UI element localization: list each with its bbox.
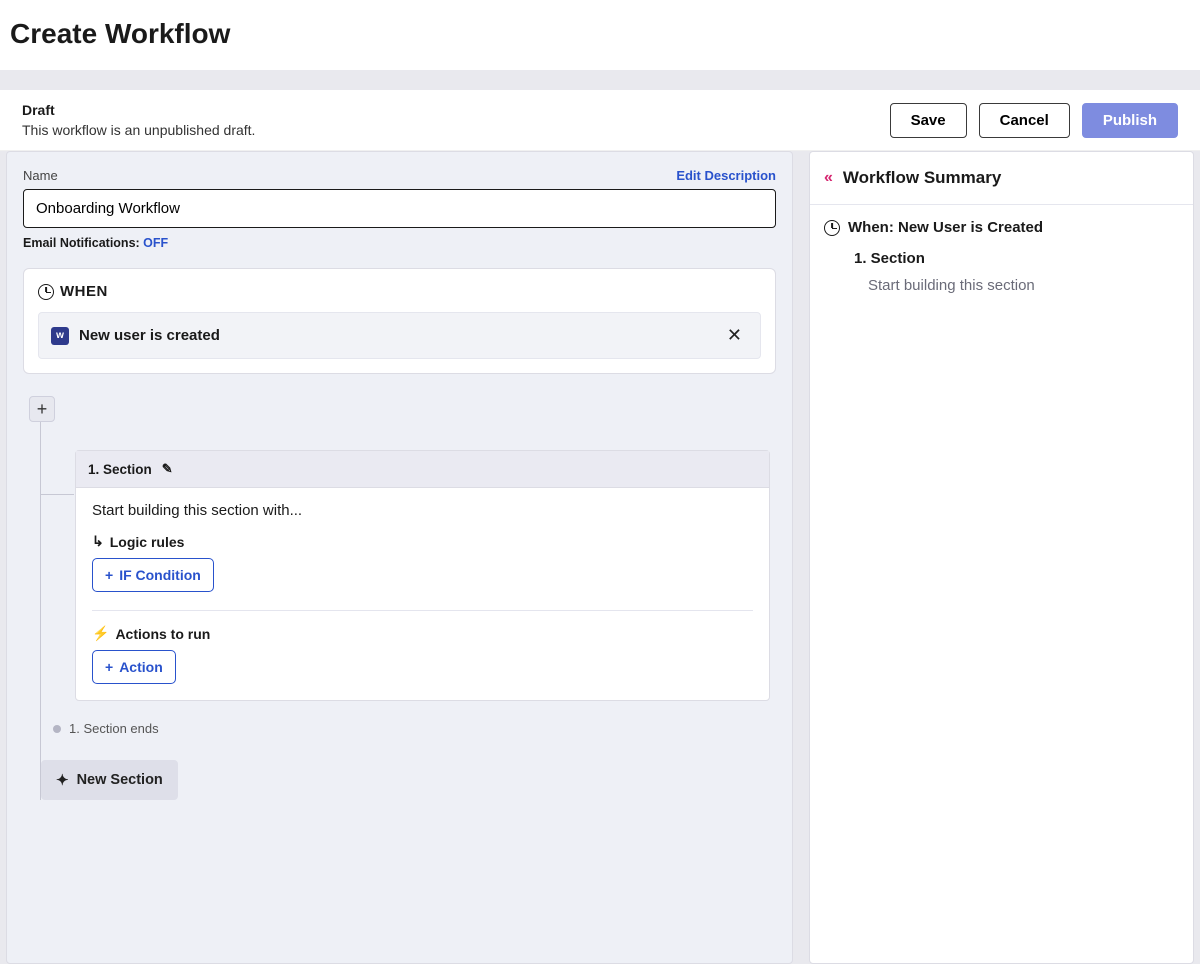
when-heading: WHEN [60, 283, 108, 300]
new-section-button[interactable]: ✦ New Section [41, 760, 178, 800]
workflow-summary-pane: « Workflow Summary When: New User is Cre… [809, 151, 1194, 964]
save-button[interactable]: Save [890, 103, 967, 138]
plus-icon: + [105, 659, 113, 675]
workflow-editor-pane: Name Edit Description Email Notification… [6, 151, 793, 964]
email-notifications-label: Email Notifications: [23, 236, 140, 250]
flow-connector-line [40, 396, 41, 800]
status-bar: Draft This workflow is an unpublished dr… [0, 90, 1200, 151]
publish-button[interactable]: Publish [1082, 103, 1178, 138]
email-notifications-row: Email Notifications: OFF [23, 236, 776, 250]
draft-status-title: Draft [22, 102, 255, 118]
section-end-marker: 1. Section ends [53, 721, 776, 736]
add-step-button[interactable]: + [29, 396, 55, 422]
logic-rules-label: Logic rules [110, 534, 185, 550]
separator [0, 70, 1200, 90]
add-action-button[interactable]: + Action [92, 650, 176, 684]
action-label: Action [119, 659, 163, 675]
page-title: Create Workflow [0, 0, 1200, 70]
add-if-condition-button[interactable]: + IF Condition [92, 558, 214, 592]
workflow-name-input[interactable] [23, 189, 776, 228]
trigger-text: New user is created [79, 327, 220, 344]
trigger-chip[interactable]: w New user is created ✕ [38, 312, 761, 359]
if-condition-label: IF Condition [119, 567, 201, 583]
branch-connector [40, 494, 74, 495]
section-divider [92, 610, 753, 611]
end-dot-icon [53, 725, 61, 733]
flow-area: + 1. Section ✎ Start building this secti… [23, 396, 776, 800]
collapse-summary-icon[interactable]: « [824, 169, 833, 187]
name-field-label: Name [23, 168, 58, 183]
puzzle-icon: ✦ [56, 771, 69, 789]
draft-status-description: This workflow is an unpublished draft. [22, 122, 255, 138]
email-notifications-toggle[interactable]: OFF [143, 236, 168, 250]
remove-trigger-icon[interactable]: ✕ [721, 323, 748, 348]
timer-icon [38, 284, 54, 300]
timer-icon [824, 220, 840, 236]
logic-rules-icon: ↳ [92, 533, 104, 550]
new-section-label: New Section [77, 772, 163, 788]
trigger-app-icon: w [51, 327, 69, 345]
actions-label: Actions to run [115, 626, 210, 642]
summary-section-line[interactable]: 1. Section [854, 250, 1179, 267]
edit-description-link[interactable]: Edit Description [676, 168, 776, 183]
summary-when-line: When: New User is Created [848, 219, 1043, 236]
cancel-button[interactable]: Cancel [979, 103, 1070, 138]
when-card: WHEN w New user is created ✕ [23, 268, 776, 374]
section-prompt: Start building this section with... [92, 502, 753, 519]
summary-section-detail: Start building this section [868, 277, 1179, 294]
actions-icon: ⚡ [92, 625, 109, 642]
edit-section-icon[interactable]: ✎ [162, 461, 173, 477]
section-end-label: 1. Section ends [69, 721, 159, 736]
section-card: 1. Section ✎ Start building this section… [75, 450, 770, 701]
workflow-summary-title: Workflow Summary [843, 168, 1001, 188]
section-heading: 1. Section [88, 462, 152, 477]
plus-icon: + [105, 567, 113, 583]
